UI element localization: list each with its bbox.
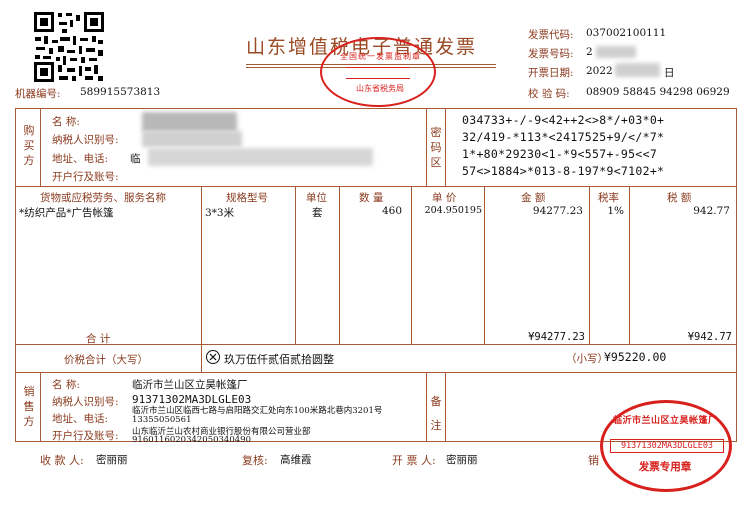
invoice-no: 2 — [586, 46, 593, 58]
drawer-label: 开 票 人: — [392, 454, 436, 467]
issue-date-redaction — [615, 63, 660, 77]
buyer-name-redaction — [142, 112, 237, 132]
seal-bottom-text: 山东省税务局 — [356, 84, 404, 93]
remarks-section-label: 备 注 — [430, 395, 442, 432]
buyer-bank-label: 开户行及账号: — [52, 171, 119, 183]
total-row-label: 合 计 — [86, 333, 111, 345]
grand-total-label: 价税合计（大写） — [64, 354, 148, 366]
item-rate: 1% — [607, 205, 624, 217]
issue-date-label: 开票日期: — [528, 67, 574, 79]
rule-col-spec — [201, 186, 202, 344]
total-tax: ¥942.77 — [687, 331, 732, 343]
rule-seller-label — [40, 372, 41, 442]
total-amount: ¥94277.23 — [528, 331, 585, 343]
tax-bureau-seal: 全国统一发票监制章 山东省税务局 — [320, 37, 436, 107]
seal-top-text: 全国统一发票监制章 — [340, 52, 421, 61]
rule-col-unit — [295, 186, 296, 344]
col-header-spec: 规格型号 — [226, 192, 268, 204]
cipher-section-label: 密 码 区 — [430, 126, 442, 169]
issue-date-suffix: 日 — [664, 67, 675, 79]
machine-no: 589915573813 — [80, 86, 161, 98]
seller-account: 9160116020342050340490 — [132, 435, 251, 445]
col-header-amount: 金 额 — [521, 192, 546, 204]
invoice-code: 037002100111 — [586, 27, 667, 39]
seller-seal-id: 91371302MA3DLGLE03 — [610, 439, 724, 453]
buyer-tax-id-redaction — [142, 131, 242, 147]
rule-remarks-label — [445, 372, 446, 442]
reviewer: 高维霞 — [280, 454, 312, 466]
seller-name-label: 名 称: — [52, 379, 80, 391]
rule-cipher-left — [426, 108, 427, 186]
seller-bank-label: 开户行及账号: — [52, 430, 119, 442]
cipher-line-1: 034733+-/-9<42++2<>8*/+03*0+ — [462, 113, 665, 127]
buyer-address-label: 地址、电话: — [52, 153, 109, 165]
payee-label: 收 款 人: — [40, 454, 84, 467]
item-spec: 3*3米 — [205, 207, 235, 219]
check-code: 08909 58845 94298 06929 — [586, 86, 730, 98]
reviewer-label: 复核: — [242, 454, 268, 467]
seller-sign-label: 销 — [588, 454, 599, 467]
rule-total-label — [201, 344, 202, 372]
seller-invoice-seal: 临沂市兰山区立昊帐篷厂 91371302MA3DLGLE03 发票专用章 — [600, 400, 732, 492]
col-header-qty: 数 量 — [359, 192, 384, 204]
qr-code — [32, 10, 106, 84]
cipher-line-3: 1*+80*29230<1-*9<557+-95<<7 — [462, 147, 658, 161]
buyer-address: 临 — [130, 153, 141, 165]
item-amount: 94277.23 — [532, 205, 583, 217]
invoice-no-label: 发票号码: — [528, 48, 574, 60]
seller-seal-top-text: 临沂市兰山区立昊帐篷厂 — [613, 416, 718, 426]
payee: 密丽丽 — [96, 454, 128, 466]
item-qty: 460 — [381, 205, 402, 217]
item-name: *纺织产品*广告帐篷 — [19, 207, 114, 219]
rule-remarks-left — [426, 372, 427, 442]
close-circle-icon — [206, 350, 220, 364]
rule-buyer-label — [40, 108, 41, 186]
rule-total-bottom — [15, 372, 737, 373]
grand-total-small-label: （小写） — [566, 353, 608, 365]
item-tax: 942.77 — [693, 205, 730, 217]
col-header-rate: 税率 — [598, 192, 619, 204]
seller-tax-id-label: 纳税人识别号: — [52, 396, 119, 408]
buyer-tax-id-label: 纳税人识别号: — [52, 134, 119, 146]
issue-date: 2022 — [586, 65, 613, 77]
rule-cipher-label — [445, 108, 446, 186]
invoice-no-redaction — [596, 46, 636, 58]
seal-inner-line — [346, 67, 410, 79]
check-code-label: 校 验 码: — [528, 88, 570, 100]
col-header-name: 货物或应税劳务、服务名称 — [40, 192, 166, 204]
seller-name: 临沂市兰山区立昊帐篷厂 — [132, 379, 248, 391]
seller-address-label: 地址、电话: — [52, 413, 109, 425]
grand-total-words: 玖万伍仟贰佰贰拾圆整 — [224, 353, 334, 366]
item-unit: 套 — [312, 207, 323, 219]
invoice-code-label: 发票代码: — [528, 29, 574, 41]
seller-section-label: 销 售 方 — [23, 385, 35, 428]
item-price: 204.950195 — [424, 205, 482, 216]
buyer-section-label: 购 买 方 — [23, 124, 35, 167]
cipher-line-2: 32/419-*113*<2417525+9/</*7* — [462, 130, 665, 144]
grand-total-small-value: ¥95220.00 — [604, 350, 667, 364]
seller-seal-bottom-text: 发票专用章 — [638, 461, 692, 473]
col-header-price: 单 价 — [432, 192, 457, 204]
col-header-unit: 单位 — [306, 192, 327, 204]
rule-items-bottom — [15, 344, 737, 345]
buyer-name-label: 名 称: — [52, 116, 80, 128]
machine-no-label: 机器编号: — [15, 88, 61, 100]
buyer-address-redaction — [148, 148, 373, 166]
drawer: 密丽丽 — [446, 454, 478, 466]
seller-phone: 13355050561 — [132, 415, 192, 425]
col-header-tax: 税 额 — [667, 192, 692, 204]
cipher-line-4: 57<>1884>*013-8-197*9<7102+* — [462, 164, 665, 178]
